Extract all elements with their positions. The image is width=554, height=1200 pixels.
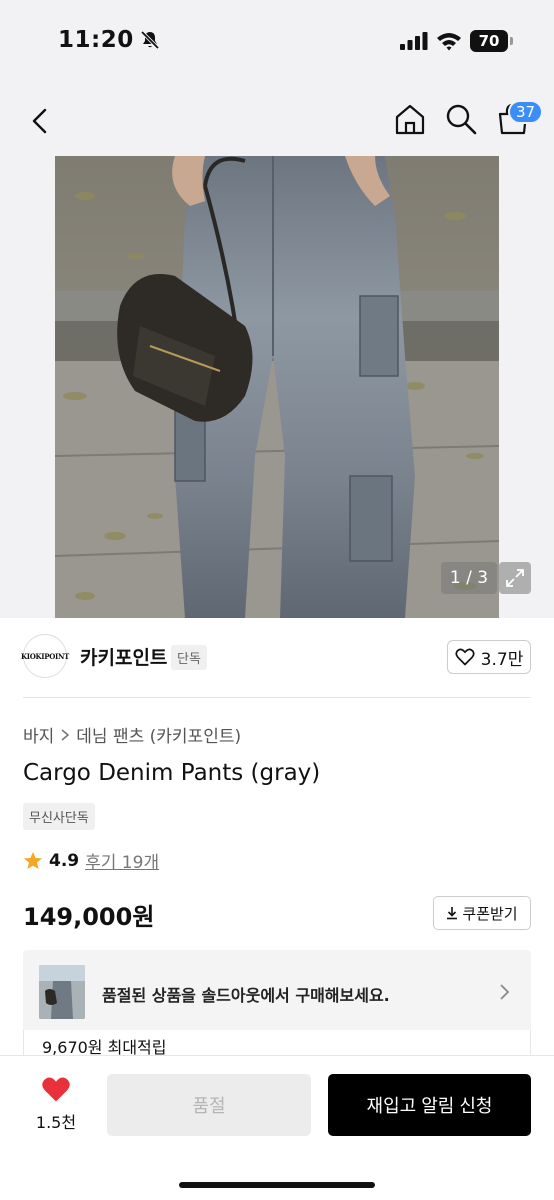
back-icon[interactable] [26,104,56,138]
brand-row: KIOKIPOINT 카키포인트 단독 3.7만 [20,634,531,682]
heart-outline-icon [455,648,475,666]
home-icon[interactable] [393,102,427,136]
breadcrumb-item-category[interactable]: 바지 [23,722,54,747]
expand-button[interactable] [499,562,531,594]
coupon-button[interactable]: 쿠폰받기 [433,896,531,930]
signal-icon [400,32,428,50]
product-title: Cargo Denim Pants (gray) [23,760,321,786]
soldout-thumbnail [39,965,85,1019]
status-bar: 11:20 70 [0,0,554,84]
battery-icon: 70 [470,30,513,52]
brand-logo[interactable]: KIOKIPOINT [20,634,70,678]
rating-value: 4.9 [49,850,80,871]
soldout-banner[interactable]: 품절된 상품을 솔드아웃에서 구매해보세요. [23,950,531,1034]
status-right: 70 [400,30,513,52]
exclusive-badge: 무신사단독 [23,803,95,830]
gallery-pager: 1 / 3 [441,562,497,594]
bell-slash-icon [140,30,159,50]
coupon-label: 쿠폰받기 [462,904,518,923]
chevron-right-icon [500,984,510,1000]
heart-filled-icon [42,1077,70,1102]
soldout-banner-text: 품절된 상품을 솔드아웃에서 구매해보세요. [102,986,390,1005]
soldout-button: 품절 [107,1074,311,1136]
product-image[interactable] [55,156,499,618]
product-price: 149,000원 [23,903,155,931]
cart-count-badge: 37 [508,100,544,124]
expand-icon [506,569,524,587]
brand-name[interactable]: 카키포인트 [80,643,167,670]
home-indicator [179,1182,375,1188]
rating-row: 4.9 후기 19개 [23,848,159,873]
chevron-right-icon [61,728,70,741]
brand-like-button[interactable]: 3.7만 [447,640,531,674]
download-icon [447,907,458,920]
wish-button[interactable]: 1.5천 [30,1076,82,1133]
wish-count: 1.5천 [35,1113,77,1132]
divider [23,697,531,698]
restock-alert-button[interactable]: 재입고 알림 신청 [328,1074,531,1136]
breadcrumb: 바지 데님 팬츠 (카키포인트) [23,722,241,747]
status-time-group: 11:20 [58,27,160,53]
brand-like-count: 3.7만 [480,649,524,670]
cart-count: 37 [516,103,536,121]
gallery-pager-text: 1 / 3 [449,568,489,588]
top-nav [0,84,554,156]
status-time: 11:20 [58,27,134,53]
wifi-icon [437,33,461,51]
bottom-action-bar: 1.5천 품절 재입고 알림 신청 [0,1055,554,1200]
brand-exclusive-tag: 단독 [171,645,207,670]
search-icon[interactable] [444,102,478,136]
battery-level: 70 [478,32,500,50]
brand-logo-text: KIOKIPOINT [20,651,70,661]
star-icon [24,851,42,869]
breadcrumb-item-subcategory[interactable]: 데님 팬츠 (카키포인트) [76,722,241,747]
product-photo [55,156,499,618]
review-link[interactable]: 후기 19개 [85,848,159,873]
